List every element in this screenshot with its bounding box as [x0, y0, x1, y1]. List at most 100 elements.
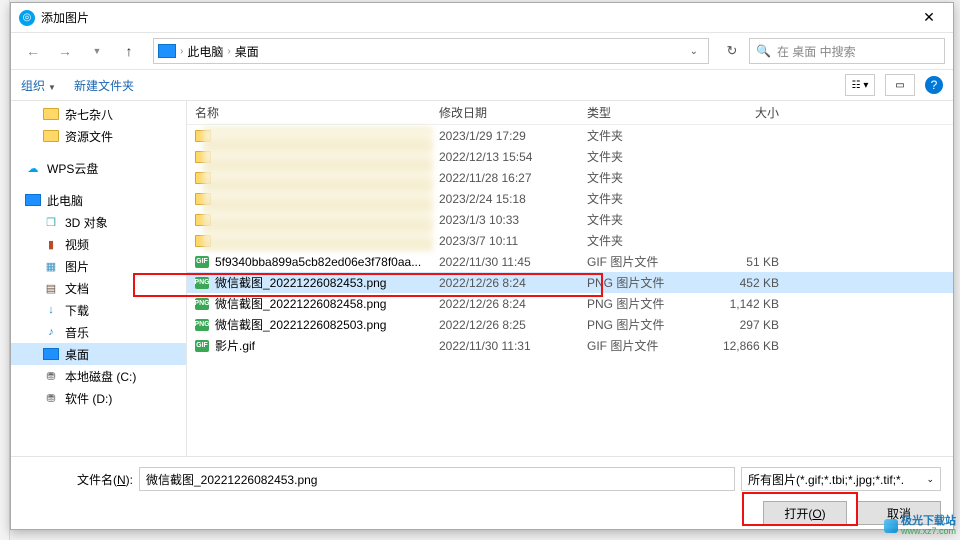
sidebar-item-label: 下载: [65, 302, 89, 319]
sidebar-item-label: 3D 对象: [65, 214, 108, 231]
preview-pane-button[interactable]: ▭: [885, 74, 915, 96]
file-type: PNG 图片文件: [587, 316, 705, 333]
sidebar-item-label: WPS云盘: [47, 160, 98, 177]
column-name[interactable]: 名称: [187, 104, 439, 121]
breadcrumb-bar[interactable]: › 此电脑 › 桌面 ⌄: [153, 38, 709, 64]
file-name: 微信截图_20221226082453.png: [215, 274, 386, 291]
folder-icon: [43, 130, 59, 142]
png-icon: PNG: [195, 298, 209, 310]
file-name: 5f9340bba899a5cb82ed06e3f78f0aa...: [215, 255, 421, 269]
file-type: 文件夹: [587, 190, 705, 207]
file-type: 文件夹: [587, 232, 705, 249]
file-row[interactable]: PNG微信截图_20221226082503.png2022/12/26 8:2…: [187, 314, 953, 335]
file-size: 1,142 KB: [705, 297, 795, 311]
sidebar-item[interactable]: ♪音乐: [11, 321, 186, 343]
file-type: 文件夹: [587, 148, 705, 165]
back-button[interactable]: ←: [19, 38, 47, 64]
gif-icon: GIF: [195, 256, 209, 268]
file-row[interactable]: PNG 微信截图_20221226082453.png 2022/12/26 8:2…: [187, 272, 953, 293]
sidebar-item-label: 图片: [65, 258, 89, 275]
png-icon: PNG: [195, 277, 209, 289]
column-headers: 名称 修改日期 类型 大小: [187, 101, 953, 125]
sidebar-item-label: 文档: [65, 280, 89, 297]
filename-label: 文件名(N):: [23, 471, 133, 488]
refresh-button[interactable]: ↻: [719, 38, 745, 64]
nav-row: ← → ▼ ↑ › 此电脑 › 桌面 ⌄ ↻ 🔍 在 桌面 中搜索: [11, 33, 953, 69]
up-button[interactable]: ↑: [115, 38, 143, 64]
cube-icon: ❒: [43, 215, 59, 229]
sidebar-item[interactable]: 桌面: [11, 343, 186, 365]
open-button[interactable]: 打开(O): [763, 501, 847, 525]
window-title: 添加图片: [41, 9, 909, 26]
file-row[interactable]: PNG 微信截图_20221226082458.png 2022/12/26 8:2…: [187, 293, 953, 314]
breadcrumb-item[interactable]: 桌面: [231, 43, 263, 60]
file-name: 微信截图_20221226082458.png: [215, 295, 386, 312]
sidebar-item[interactable]: 此电脑: [11, 189, 186, 211]
close-button[interactable]: ✕: [909, 4, 949, 32]
file-row[interactable]: GIF影片.gif2022/11/30 11:31GIF 图片文件12,866 …: [187, 335, 953, 356]
recent-dropdown[interactable]: ▼: [83, 38, 111, 64]
sidebar-item[interactable]: ↓ 下载: [11, 299, 186, 321]
file-size: 51 KB: [705, 255, 795, 269]
chevron-down-icon: ⌄: [926, 474, 934, 485]
file-date: 2022/11/28 16:27: [439, 171, 587, 185]
sidebar-item-label: 杂七杂八: [65, 106, 113, 123]
music-icon: ♪: [43, 325, 59, 339]
sidebar-item[interactable]: 资源文件: [11, 125, 186, 147]
forward-button: →: [51, 38, 79, 64]
pc-icon: [25, 194, 41, 206]
wps-icon: ☁: [25, 161, 41, 175]
sidebar: 杂七杂八资源文件 ☁ WPS云盘此电脑 ❒ 3D 对象 ▮ 视频 ▦ 图片 ▤ 文档 ↓ 下载 ♪音乐桌面…: [11, 101, 187, 456]
file-open-dialog: ◎ 添加图片 ✕ ← → ▼ ↑ › 此电脑 › 桌面 ⌄ ↻ 🔍 在 桌面 中…: [10, 2, 954, 530]
sidebar-item[interactable]: ▮ 视频: [11, 233, 186, 255]
video-icon: ▮: [43, 237, 59, 251]
sidebar-item[interactable]: 杂七杂八: [11, 103, 186, 125]
cancel-button[interactable]: 取消: [857, 501, 941, 525]
column-type[interactable]: 类型: [587, 104, 705, 121]
file-row[interactable]: GIF5f9340bba899a5cb82ed06e3f78f0aa...202…: [187, 251, 953, 272]
blurred-folder-names: [203, 127, 433, 251]
sidebar-item[interactable]: ▤ 文档: [11, 277, 186, 299]
sidebar-item-label: 软件 (D:): [65, 390, 112, 407]
sidebar-item-label: 此电脑: [47, 192, 83, 209]
file-date: 2023/1/29 17:29: [439, 129, 587, 143]
column-date[interactable]: 修改日期: [439, 104, 587, 121]
sidebar-item[interactable]: ⛃本地磁盘 (C:): [11, 365, 186, 387]
file-date: 2022/12/26 8:24: [439, 297, 587, 311]
pc-icon: [158, 44, 176, 58]
file-type-filter[interactable]: 所有图片(*.gif;*.tbi;*.jpg;*.tif;*. ⌄: [741, 467, 941, 491]
file-size: 297 KB: [705, 318, 795, 332]
new-folder-button[interactable]: 新建文件夹: [74, 77, 134, 94]
file-date: 2023/1/3 10:33: [439, 213, 587, 227]
column-size[interactable]: 大小: [705, 104, 795, 121]
file-type: 文件夹: [587, 169, 705, 186]
file-name: 影片.gif: [215, 337, 255, 354]
dl-icon: ↓: [43, 303, 59, 317]
file-date: 2022/12/13 15:54: [439, 150, 587, 164]
background-app-strip: [0, 0, 10, 540]
folder-icon: [43, 108, 59, 120]
file-type: PNG 图片文件: [587, 295, 705, 312]
file-type: PNG 图片文件: [587, 274, 705, 291]
file-date: 2022/12/26 8:24: [439, 276, 587, 290]
pic-icon: ▦: [43, 259, 59, 273]
sidebar-item[interactable]: ⛃软件 (D:): [11, 387, 186, 409]
filename-input[interactable]: [139, 467, 735, 491]
view-mode-button[interactable]: ☷ ▾: [845, 74, 875, 96]
bottom-bar: 文件名(N): 所有图片(*.gif;*.tbi;*.jpg;*.tif;*. …: [11, 456, 953, 533]
doc-icon: ▤: [43, 281, 59, 295]
file-type: 文件夹: [587, 127, 705, 144]
chevron-down-icon[interactable]: ⌄: [684, 46, 704, 57]
breadcrumb-item[interactable]: 此电脑: [183, 43, 227, 60]
sidebar-item-label: 本地磁盘 (C:): [65, 368, 136, 385]
search-input[interactable]: 🔍 在 桌面 中搜索: [749, 38, 945, 64]
sidebar-item[interactable]: ▦ 图片: [11, 255, 186, 277]
organize-menu[interactable]: 组织▼: [21, 77, 56, 94]
file-date: 2023/3/7 10:11: [439, 234, 587, 248]
search-icon: 🔍: [756, 44, 771, 58]
file-date: 2023/2/24 15:18: [439, 192, 587, 206]
sidebar-item[interactable]: ❒ 3D 对象: [11, 211, 186, 233]
sidebar-item[interactable]: ☁ WPS云盘: [11, 157, 186, 179]
sidebar-item-label: 视频: [65, 236, 89, 253]
help-button[interactable]: ?: [925, 76, 943, 94]
